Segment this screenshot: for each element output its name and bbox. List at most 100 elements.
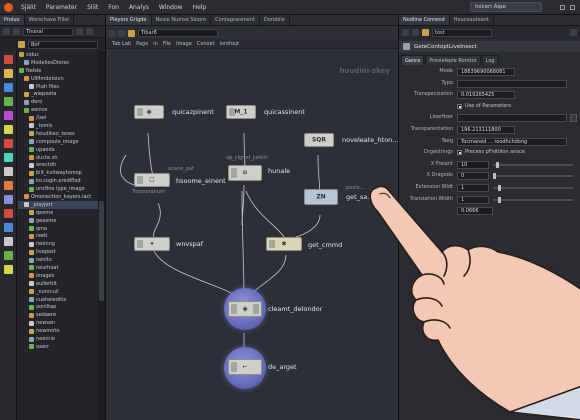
node-wnvspaf[interactable]: ✦ — [134, 237, 170, 251]
tree-item[interactable]: uncfine lype_image — [18, 185, 98, 193]
tool-icon[interactable] — [3, 181, 13, 190]
tree-item[interactable]: neernie — [18, 335, 98, 343]
desktop-selector[interactable]: Iniceri Aipe — [470, 2, 542, 12]
param-value-field[interactable]: 196.213111800 — [457, 125, 515, 134]
node-title[interactable]: GeteContoptLiveInsect — [414, 44, 477, 50]
tool-icon[interactable] — [3, 55, 13, 64]
tree-item[interactable]: Omonection_kayers.lact — [18, 193, 98, 201]
minimize-icon[interactable] — [560, 4, 565, 10]
tree-item[interactable]: Ptah files — [18, 83, 98, 91]
tool-icon[interactable] — [3, 265, 13, 274]
param-value-field[interactable]: 0.019265425 — [457, 91, 515, 100]
tool-icon[interactable] — [3, 111, 13, 120]
tree-item[interactable]: biit_kvitwaytomop — [18, 169, 98, 177]
subpath-field[interactable]: Bof — [28, 40, 98, 49]
tree-item[interactable]: reeti — [18, 232, 98, 240]
browse-button[interactable] — [570, 114, 577, 123]
tree-item[interactable]: newmnto — [18, 327, 98, 335]
param-value-field[interactable] — [457, 79, 567, 88]
tree-item[interactable]: nenito — [18, 256, 98, 264]
tree-item[interactable]: ModeliesDiores — [18, 59, 98, 67]
tab-previeleple[interactable]: Previeleple Rorotot — [425, 55, 481, 65]
tree-item[interactable]: /ixel — [18, 114, 98, 122]
list-icon[interactable] — [86, 28, 93, 35]
tree-item[interactable]: ooniltap — [18, 304, 98, 312]
gear-icon[interactable] — [76, 28, 83, 35]
tool-icon[interactable] — [3, 139, 13, 148]
back-icon[interactable] — [402, 29, 409, 36]
param-checkbox[interactable] — [457, 103, 462, 109]
tree-item[interactable]: cuaheieditis — [18, 296, 98, 304]
node-get-cmmd[interactable]: ✱ — [266, 237, 302, 251]
tree-item[interactable]: images — [18, 272, 98, 280]
tree-item[interactable]: ducte.sh — [18, 154, 98, 162]
tool-icon[interactable] — [3, 237, 13, 246]
param-value-field[interactable]: Tocmaned ... roodhchdong — [457, 137, 567, 146]
tree-item[interactable]: nevrhoat — [18, 264, 98, 272]
tool-icon[interactable] — [3, 69, 13, 78]
tree-item[interactable]: eullertilt — [18, 280, 98, 288]
node-noveleate[interactable]: SQR — [304, 133, 334, 147]
param-value-field[interactable] — [457, 114, 567, 123]
left-scrollbar[interactable] — [98, 51, 105, 420]
tool-icon[interactable] — [3, 223, 13, 232]
node-de-arget[interactable]: ⌐ — [228, 359, 262, 375]
node-hunale[interactable]: ⚙ — [228, 165, 262, 181]
tab-genra[interactable]: Genra — [401, 55, 425, 65]
tool-icon[interactable] — [3, 167, 13, 176]
tool-icon[interactable] — [3, 195, 13, 204]
tree-item[interactable]: sedaere — [18, 311, 98, 319]
menu-item[interactable]: Analys — [124, 4, 154, 11]
close-icon[interactable] — [570, 4, 575, 10]
tree-item[interactable]: newsen — [18, 319, 98, 327]
param-value-field[interactable]: 18639690068081 — [457, 68, 515, 76]
tree-item[interactable]: qma — [18, 225, 98, 233]
path-field[interactable]: Thonal — [23, 27, 73, 36]
tree-item[interactable]: _playjert — [18, 200, 98, 209]
menu-item[interactable]: Window — [154, 4, 188, 11]
tool-icon[interactable] — [3, 125, 13, 134]
tab-houcoauteent[interactable]: Houcoauteent — [450, 15, 494, 25]
node-quicazpinent[interactable]: ◉ — [134, 105, 164, 119]
tree-item[interactable]: _tomis — [18, 122, 98, 130]
tab-nodline[interactable]: Nodline Conrend — [399, 15, 450, 25]
home-icon[interactable] — [13, 28, 20, 35]
tree-item[interactable]: _nunrcuil — [18, 288, 98, 296]
tool-icon[interactable] — [3, 83, 13, 92]
node-get-sa[interactable]: ZN — [304, 189, 338, 205]
tree-item[interactable]: ko.cogin prediflod — [18, 177, 98, 185]
tool-icon[interactable] — [3, 251, 13, 260]
tree-item[interactable]: geeeme — [18, 217, 98, 225]
menu-item[interactable]: Help — [188, 4, 212, 11]
menu-item[interactable]: Sliit — [82, 4, 103, 11]
node-cleamt-delondor[interactable]: ◉ — [228, 301, 262, 317]
tab-log[interactable]: Log — [481, 55, 499, 65]
tree-item[interactable]: UlMmdotsion — [18, 75, 98, 83]
tree-item[interactable]: livepost — [18, 248, 98, 256]
tool-icon[interactable] — [3, 153, 13, 162]
tree-item[interactable]: oaerr — [18, 343, 98, 351]
tree-item[interactable]: siduc — [18, 51, 98, 59]
tool-icon[interactable] — [3, 97, 13, 106]
param-slider[interactable] — [493, 161, 573, 168]
node-quicassinent[interactable]: M_1 — [226, 105, 256, 119]
tree-item[interactable]: compoule_image — [18, 138, 98, 146]
param-slider[interactable] — [493, 173, 573, 180]
tree-item[interactable]: dero — [18, 98, 98, 106]
gear-icon[interactable] — [570, 29, 577, 36]
tree-item[interactable]: Nelsie — [18, 67, 98, 75]
slider-knob[interactable] — [496, 161, 500, 168]
tab-worschave[interactable]: Worschave Fillet — [25, 15, 75, 25]
param-path-field[interactable]: tost — [432, 28, 492, 37]
menu-item[interactable]: Själit — [16, 4, 41, 11]
tree-item[interactable]: aenios — [18, 106, 98, 114]
tool-icon[interactable] — [3, 209, 13, 218]
forward-icon[interactable] — [412, 29, 419, 36]
menu-item[interactable]: Parameter — [41, 4, 82, 11]
slider-knob[interactable] — [493, 173, 496, 180]
tree-item[interactable]: upaoda — [18, 146, 98, 154]
houdini-logo-icon[interactable] — [0, 0, 16, 15]
tree-item[interactable]: wrectdir — [18, 161, 98, 169]
menu-item[interactable]: Fon — [103, 4, 124, 11]
param-checkbox[interactable] — [457, 150, 462, 156]
